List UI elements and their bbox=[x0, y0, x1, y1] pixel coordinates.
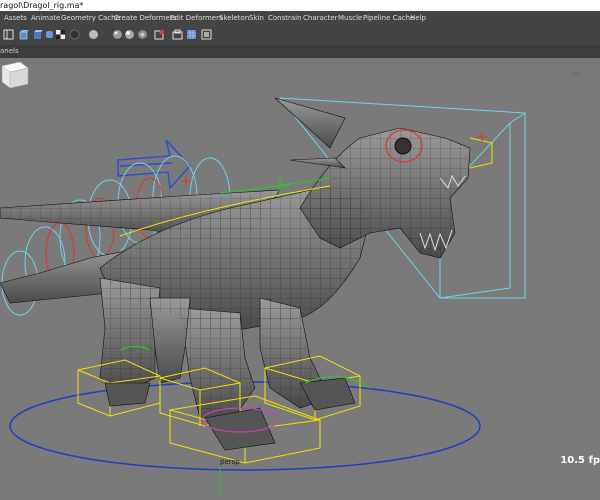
cube-icon[interactable] bbox=[18, 29, 29, 40]
sphere-shiny-icon[interactable] bbox=[124, 29, 135, 40]
sphere-icon[interactable] bbox=[88, 29, 99, 40]
menu-help[interactable]: Help bbox=[410, 11, 426, 25]
menu-character[interactable]: Character bbox=[303, 11, 338, 25]
3d-viewport[interactable]: LEFT persp 10.5 fp bbox=[0, 58, 600, 500]
viewport-toolbar bbox=[0, 25, 600, 46]
window-title: ragol\Dragol_rig.ma* bbox=[0, 1, 84, 10]
menu-muscle[interactable]: Muscle bbox=[338, 11, 362, 25]
isolate-icon[interactable] bbox=[154, 29, 165, 40]
menu-animate[interactable]: Animate bbox=[31, 11, 60, 25]
menu-skin[interactable]: Skin bbox=[249, 11, 264, 25]
panels-menu[interactable]: anels bbox=[0, 45, 19, 58]
menu-edit-deformers[interactable]: Edit Deformers bbox=[170, 11, 223, 25]
cube-alt-icon[interactable] bbox=[32, 29, 43, 40]
xray-icon[interactable] bbox=[201, 29, 212, 40]
panels-bar: anels bbox=[0, 45, 600, 58]
fps-readout: 10.5 fp bbox=[560, 455, 600, 466]
sphere-light-icon[interactable] bbox=[112, 29, 123, 40]
menu-bar: Assets Animate Geometry Cache Create Def… bbox=[0, 11, 600, 25]
menu-create-deformers[interactable]: Create Deformers bbox=[114, 11, 176, 25]
viewcube-face-label: LEFT bbox=[570, 72, 582, 78]
viewcube[interactable] bbox=[0, 58, 30, 88]
wireframe-icon[interactable] bbox=[186, 29, 197, 40]
camera-label: persp bbox=[220, 458, 240, 466]
jaw-controller[interactable] bbox=[469, 137, 493, 169]
title-bar: ragol\Dragol_rig.ma* bbox=[0, 0, 600, 11]
menu-pipeline-cache[interactable]: Pipeline Cache bbox=[363, 11, 414, 25]
camera-icon[interactable] bbox=[172, 29, 183, 40]
menu-constrain[interactable]: Constrain bbox=[268, 11, 302, 25]
shelf-toggle-icon[interactable] bbox=[3, 29, 14, 40]
scene-canvas bbox=[0, 97, 526, 498]
menu-skeleton[interactable]: Skeleton bbox=[219, 11, 249, 25]
direction-arrow[interactable] bbox=[117, 139, 192, 190]
sphere-dark-icon[interactable] bbox=[69, 29, 80, 40]
menu-geometry-cache[interactable]: Geometry Cache bbox=[61, 11, 120, 25]
cube-smooth-icon[interactable] bbox=[44, 29, 55, 40]
texture-icon[interactable] bbox=[137, 29, 148, 40]
checker-icon[interactable] bbox=[55, 29, 66, 40]
menu-assets[interactable]: Assets bbox=[4, 11, 27, 25]
dragon-mesh[interactable] bbox=[0, 97, 471, 424]
